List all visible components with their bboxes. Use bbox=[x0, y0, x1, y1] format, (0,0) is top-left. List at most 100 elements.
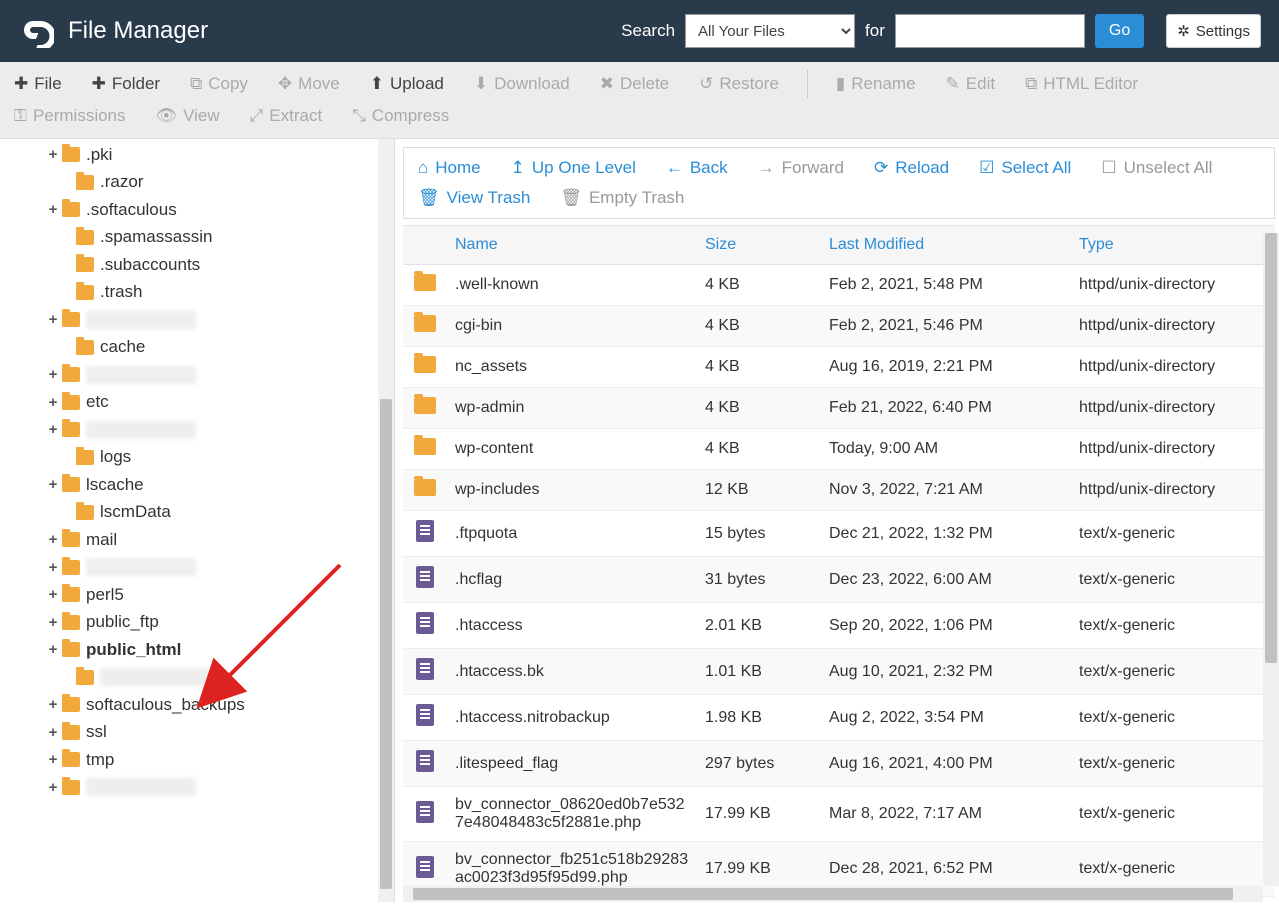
tree-item[interactable]: +.softaculous bbox=[0, 196, 394, 224]
tree-item[interactable]: + bbox=[0, 416, 394, 444]
tree-item[interactable]: .subaccounts bbox=[0, 251, 394, 279]
go-button[interactable]: Go bbox=[1095, 14, 1144, 48]
edit-button[interactable]: ✎Edit bbox=[944, 68, 998, 100]
expander-icon[interactable]: + bbox=[46, 587, 60, 602]
select-all-button[interactable]: ☑Select All bbox=[979, 158, 1071, 178]
tree-item[interactable]: + bbox=[0, 554, 394, 582]
scrollbar[interactable] bbox=[378, 139, 394, 902]
scrollbar-thumb[interactable] bbox=[1265, 233, 1277, 663]
expander-icon[interactable]: + bbox=[46, 202, 60, 217]
tree-item[interactable]: +tmp bbox=[0, 746, 394, 774]
view-trash-button[interactable]: 🗑View Trash bbox=[418, 188, 530, 208]
folder-tree[interactable]: +.pki.razor+.softaculous .spamassassin .su… bbox=[0, 139, 395, 902]
html-editor-button[interactable]: ⧉HTML Editor bbox=[1023, 68, 1140, 100]
table-row[interactable]: .well-known4 KBFeb 2, 2021, 5:48 PMhttpd… bbox=[403, 265, 1275, 306]
tree-item[interactable]: +public_ftp bbox=[0, 609, 394, 637]
tree-item[interactable]: + bbox=[0, 774, 394, 802]
search-scope-select[interactable]: All Your Files bbox=[685, 14, 855, 48]
cell-size: 2.01 KB bbox=[697, 603, 821, 649]
tree-item-label: .spamassassin bbox=[100, 227, 212, 247]
unselect-all-button[interactable]: ☐Unselect All bbox=[1101, 158, 1212, 178]
tree-item[interactable]: logs bbox=[0, 444, 394, 472]
file-icon bbox=[416, 750, 434, 772]
expander-icon[interactable]: + bbox=[46, 697, 60, 712]
reload-button[interactable]: ⟳Reload bbox=[874, 158, 949, 178]
scrollbar-thumb[interactable] bbox=[413, 888, 1233, 900]
table-row[interactable]: .htaccess.bk1.01 KBAug 10, 2021, 2:32 PM… bbox=[403, 649, 1275, 695]
expander-icon[interactable]: + bbox=[46, 532, 60, 547]
new-file-button[interactable]: ✚File bbox=[12, 68, 64, 100]
table-row[interactable]: nc_assets4 KBAug 16, 2019, 2:21 PMhttpd/… bbox=[403, 347, 1275, 388]
cpanel-logo-icon bbox=[18, 12, 54, 51]
tree-item[interactable]: + bbox=[0, 306, 394, 334]
tree-item[interactable]: cache bbox=[0, 334, 394, 362]
file-icon bbox=[416, 658, 434, 680]
upload-button[interactable]: ⬆Upload bbox=[368, 68, 446, 100]
expander-icon[interactable]: + bbox=[46, 560, 60, 575]
extract-button[interactable]: ⤢Extract bbox=[248, 100, 325, 132]
expander-icon[interactable]: + bbox=[46, 477, 60, 492]
search-input[interactable] bbox=[895, 14, 1085, 48]
cell-size: 4 KB bbox=[697, 388, 821, 429]
up-one-level-button[interactable]: ↥Up One Level bbox=[511, 158, 636, 178]
col-type[interactable]: Type bbox=[1071, 226, 1275, 265]
tree-item[interactable]: +etc bbox=[0, 389, 394, 417]
expander-icon[interactable]: + bbox=[46, 147, 60, 162]
rename-button[interactable]: ▮Rename bbox=[834, 68, 918, 100]
tree-item[interactable]: +mail bbox=[0, 526, 394, 554]
col-icon[interactable] bbox=[403, 226, 447, 265]
expander-icon[interactable]: + bbox=[46, 395, 60, 410]
table-row[interactable]: wp-includes12 KBNov 3, 2022, 7:21 AMhttp… bbox=[403, 470, 1275, 511]
expander-icon[interactable]: + bbox=[46, 752, 60, 767]
table-row[interactable]: .htaccess.nitrobackup1.98 KBAug 2, 2022,… bbox=[403, 695, 1275, 741]
scrollbar-horizontal[interactable] bbox=[403, 886, 1263, 902]
expander-icon[interactable]: + bbox=[46, 642, 60, 657]
file-list[interactable]: Name Size Last Modified Type .well-known… bbox=[403, 225, 1275, 902]
table-row[interactable]: wp-content4 KBToday, 9:00 AMhttpd/unix-d… bbox=[403, 429, 1275, 470]
expander-icon[interactable]: + bbox=[46, 615, 60, 630]
compress-button[interactable]: ⤡Compress bbox=[350, 100, 451, 132]
tree-item[interactable]: .razor bbox=[0, 169, 394, 197]
tree-item[interactable]: +perl5 bbox=[0, 581, 394, 609]
expander-icon[interactable]: + bbox=[46, 725, 60, 740]
expander-icon[interactable]: + bbox=[46, 422, 60, 437]
forward-button[interactable]: →Forward bbox=[758, 158, 844, 178]
empty-trash-button[interactable]: 🗑Empty Trash bbox=[560, 188, 684, 208]
col-size[interactable]: Size bbox=[697, 226, 821, 265]
scrollbar-thumb[interactable] bbox=[380, 399, 392, 889]
delete-button[interactable]: ✖Delete bbox=[598, 68, 671, 100]
tree-item[interactable]: +public_html bbox=[0, 636, 394, 664]
tree-item[interactable]: +softaculous_backups bbox=[0, 691, 394, 719]
col-name[interactable]: Name bbox=[447, 226, 697, 265]
table-row[interactable]: .ftpquota15 bytesDec 21, 2022, 1:32 PMte… bbox=[403, 511, 1275, 557]
copy-button[interactable]: ⧉Copy bbox=[188, 68, 250, 100]
table-row[interactable]: bv_connector_08620ed0b7e5327e48048483c5f… bbox=[403, 787, 1275, 842]
tree-item[interactable]: .trash bbox=[0, 279, 394, 307]
tree-item[interactable]: + bbox=[0, 361, 394, 389]
tree-item[interactable]: lscmData bbox=[0, 499, 394, 527]
home-button[interactable]: ⌂Home bbox=[418, 158, 481, 178]
table-row[interactable]: wp-admin4 KBFeb 21, 2022, 6:40 PMhttpd/u… bbox=[403, 388, 1275, 429]
tree-item[interactable]: .spamassassin bbox=[0, 224, 394, 252]
scrollbar-vertical[interactable] bbox=[1263, 233, 1279, 886]
expander-icon[interactable]: + bbox=[46, 367, 60, 382]
view-button[interactable]: 👁View bbox=[154, 100, 222, 132]
table-row[interactable]: .litespeed_flag297 bytesAug 16, 2021, 4:… bbox=[403, 741, 1275, 787]
expander-icon[interactable]: + bbox=[46, 312, 60, 327]
tree-item[interactable]: +.pki bbox=[0, 141, 394, 169]
settings-button[interactable]: ✲ Settings bbox=[1166, 14, 1261, 48]
tree-item[interactable]: +lscache bbox=[0, 471, 394, 499]
tree-item[interactable] bbox=[0, 664, 394, 692]
table-row[interactable]: .hcflag31 bytesDec 23, 2022, 6:00 AMtext… bbox=[403, 557, 1275, 603]
expander-icon[interactable]: + bbox=[46, 780, 60, 795]
new-folder-button[interactable]: ✚Folder bbox=[90, 68, 162, 100]
download-button[interactable]: ⬇Download bbox=[472, 68, 572, 100]
move-button[interactable]: ✥Move bbox=[276, 68, 342, 100]
back-button[interactable]: ←Back bbox=[666, 158, 728, 178]
table-row[interactable]: .htaccess2.01 KBSep 20, 2022, 1:06 PMtex… bbox=[403, 603, 1275, 649]
tree-item[interactable]: +ssl bbox=[0, 719, 394, 747]
col-modified[interactable]: Last Modified bbox=[821, 226, 1071, 265]
table-row[interactable]: cgi-bin4 KBFeb 2, 2021, 5:46 PMhttpd/uni… bbox=[403, 306, 1275, 347]
permissions-button[interactable]: ⚿Permissions bbox=[12, 100, 128, 132]
restore-button[interactable]: ↺Restore bbox=[697, 68, 781, 100]
